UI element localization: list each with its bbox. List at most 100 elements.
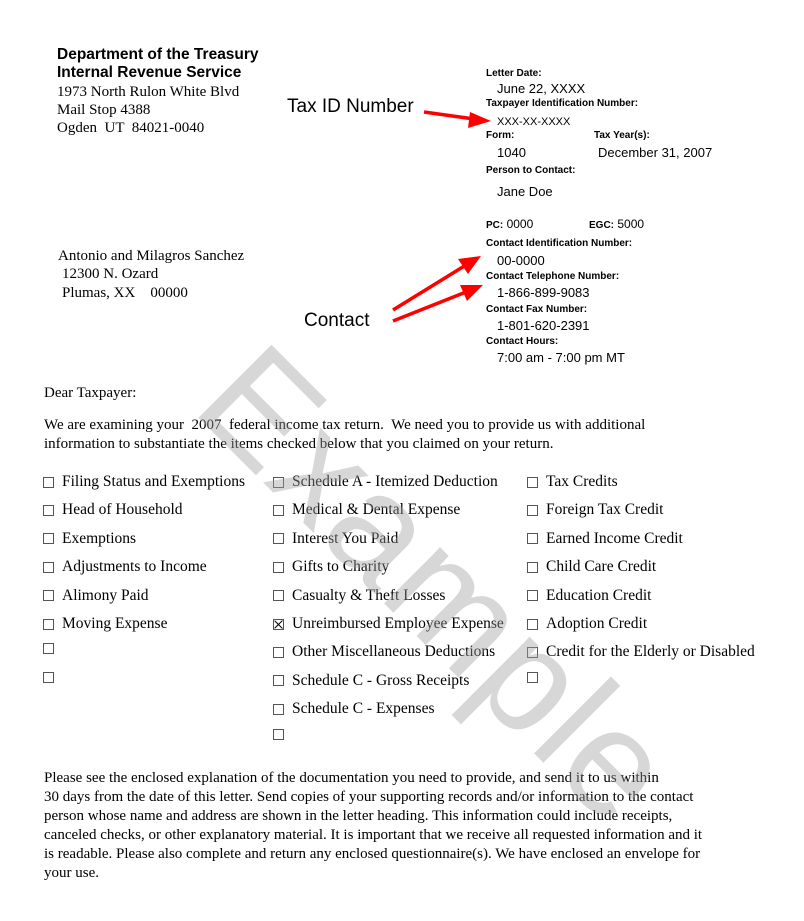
contact-hours-value: 7:00 am - 7:00 pm MT [497, 350, 625, 365]
tax-id-arrow [423, 110, 491, 128]
checkbox[interactable] [273, 646, 284, 658]
checkbox[interactable] [43, 643, 54, 655]
checkbox[interactable] [527, 476, 538, 488]
checklist-item-label: Filing Status and Exemptions [62, 473, 245, 490]
checkbox[interactable] [527, 561, 538, 573]
checkbox[interactable] [527, 671, 538, 683]
checklist-item: Gifts to Charity [273, 558, 389, 576]
checked-checkbox[interactable] [273, 618, 284, 630]
checklist-item-label: Unreimbursed Employee Expense [292, 615, 504, 632]
checkbox[interactable] [527, 504, 538, 516]
checkbox[interactable] [273, 675, 284, 687]
checkbox[interactable] [43, 618, 54, 630]
tax-year-value: December 31, 2007 [598, 145, 713, 160]
closing-line-2: 30 days from the date of this letter. Se… [44, 789, 694, 805]
checkbox[interactable] [273, 590, 284, 602]
checklist-item-label: Schedule C - Gross Receipts [292, 671, 470, 689]
intro-line-2: information to substantiate the items ch… [44, 436, 554, 452]
tin-label: Taxpayer Identification Number: [486, 98, 639, 109]
checklist-item: Schedule A - Itemized Deduction [273, 473, 498, 491]
checkbox[interactable] [43, 504, 54, 516]
checklist-item: Adjustments to Income [43, 558, 207, 576]
checklist-item: Other Miscellaneous Deductions [273, 643, 495, 661]
checklist-item: Schedule C - Gross Receipts [273, 672, 469, 690]
pc-label: PC: [486, 220, 504, 231]
checkbox[interactable] [43, 671, 54, 683]
checkbox[interactable] [273, 476, 284, 488]
checklist-item-label: Other Miscellaneous Deductions [292, 643, 496, 661]
sender-mailstop: Mail Stop 4388 [57, 102, 151, 118]
checkbox[interactable] [273, 561, 284, 573]
contact-phone-value: 1-866-899-9083 [497, 285, 590, 300]
checklist-item: Schedule C - Expenses [273, 700, 434, 718]
checklist-item: Alimony Paid [43, 587, 149, 605]
agency-name-line2: Internal Revenue Service [57, 64, 242, 81]
closing-line-4: canceled checks, or other explanatory ma… [44, 827, 703, 843]
checkbox[interactable] [527, 646, 538, 658]
tin-value: XXX-XX-XXXX [497, 116, 571, 128]
checklist-item-label: Child Care Credit [546, 558, 657, 576]
checklist-item: Earned Income Credit [527, 530, 683, 548]
checkbox[interactable] [43, 476, 54, 488]
checklist-item-label: Schedule C - Expenses [292, 700, 435, 718]
checklist-item-label: Head of Household [62, 501, 183, 519]
contact-id-label: Contact Identification Number: [486, 238, 633, 249]
checklist-item: Tax Credits [527, 473, 618, 491]
egc-field: EGC: 5000 [589, 217, 644, 231]
closing-line-1: Please see the enclosed explanation of t… [44, 770, 659, 786]
checklist-item [43, 671, 62, 683]
checkbox[interactable] [527, 590, 538, 602]
checklist-item-label: Casualty & Theft Losses [292, 586, 446, 604]
checkbox[interactable] [43, 590, 54, 602]
checklist-item: Foreign Tax Credit [527, 501, 663, 519]
contact-phone-arrow [392, 285, 483, 323]
recipient-street: 12300 N. Ozard [62, 266, 159, 282]
checkbox[interactable] [43, 533, 54, 545]
contact-phone-label: Contact Telephone Number: [486, 271, 620, 282]
checkbox[interactable] [273, 728, 284, 740]
checklist-item [527, 671, 546, 683]
tax-year-label: Tax Year(s): [594, 130, 650, 141]
checklist-item: Moving Expense [43, 615, 167, 633]
egc-value: 5000 [617, 217, 645, 231]
checklist-item: Head of Household [43, 501, 183, 519]
checklist-item: Unreimbursed Employee Expense [273, 615, 504, 633]
checklist-item-label: Moving Expense [62, 615, 168, 632]
example-watermark: Example [167, 312, 709, 855]
checklist-item-label: Adoption Credit [546, 615, 648, 632]
checklist-item-label: Medical & Dental Expense [292, 501, 461, 519]
person-to-contact-value: Jane Doe [497, 184, 553, 199]
contact-id-value: 00-0000 [497, 253, 545, 268]
egc-label: EGC: [589, 220, 614, 231]
checkbox[interactable] [527, 618, 538, 630]
contact-fax-value: 1-801-620-2391 [497, 318, 590, 333]
checkbox[interactable] [273, 533, 284, 545]
checkbox[interactable] [527, 533, 538, 545]
checklist-item: Casualty & Theft Losses [273, 587, 445, 605]
checklist-item-label: Foreign Tax Credit [546, 501, 664, 519]
tax-id-annotation: Tax ID Number [287, 96, 414, 117]
intro-line-1: We are examining your 2007 federal incom… [44, 417, 646, 433]
checkbox[interactable] [273, 703, 284, 715]
checklist-item: Education Credit [527, 587, 651, 605]
checklist-item-label: Exemptions [62, 529, 137, 547]
closing-line-3: person whose name and address are shown … [44, 808, 673, 824]
pc-value: 0000 [506, 217, 534, 231]
checklist-item-label: Education Credit [546, 586, 652, 604]
checklist-item: Adoption Credit [527, 615, 647, 633]
contact-annotation: Contact [304, 310, 370, 331]
checklist-item-label: Adjustments to Income [62, 558, 207, 576]
checklist-item-label: Gifts to Charity [292, 558, 390, 576]
letter-date-label: Letter Date: [486, 68, 542, 79]
recipient-name: Antonio and Milagros Sanchez [58, 248, 245, 264]
checklist-item-label: Schedule A - Itemized Deduction [292, 473, 498, 490]
checklist-item-label: Tax Credits [546, 473, 618, 490]
checkbox[interactable] [273, 504, 284, 516]
form-label: Form: [486, 130, 515, 141]
contact-hours-label: Contact Hours: [486, 336, 559, 347]
pc-field: PC: 0000 [486, 217, 533, 231]
checklist-item: Exemptions [43, 530, 136, 548]
checklist-item: Interest You Paid [273, 530, 398, 548]
checklist-item [43, 643, 62, 655]
checkbox[interactable] [43, 561, 54, 573]
